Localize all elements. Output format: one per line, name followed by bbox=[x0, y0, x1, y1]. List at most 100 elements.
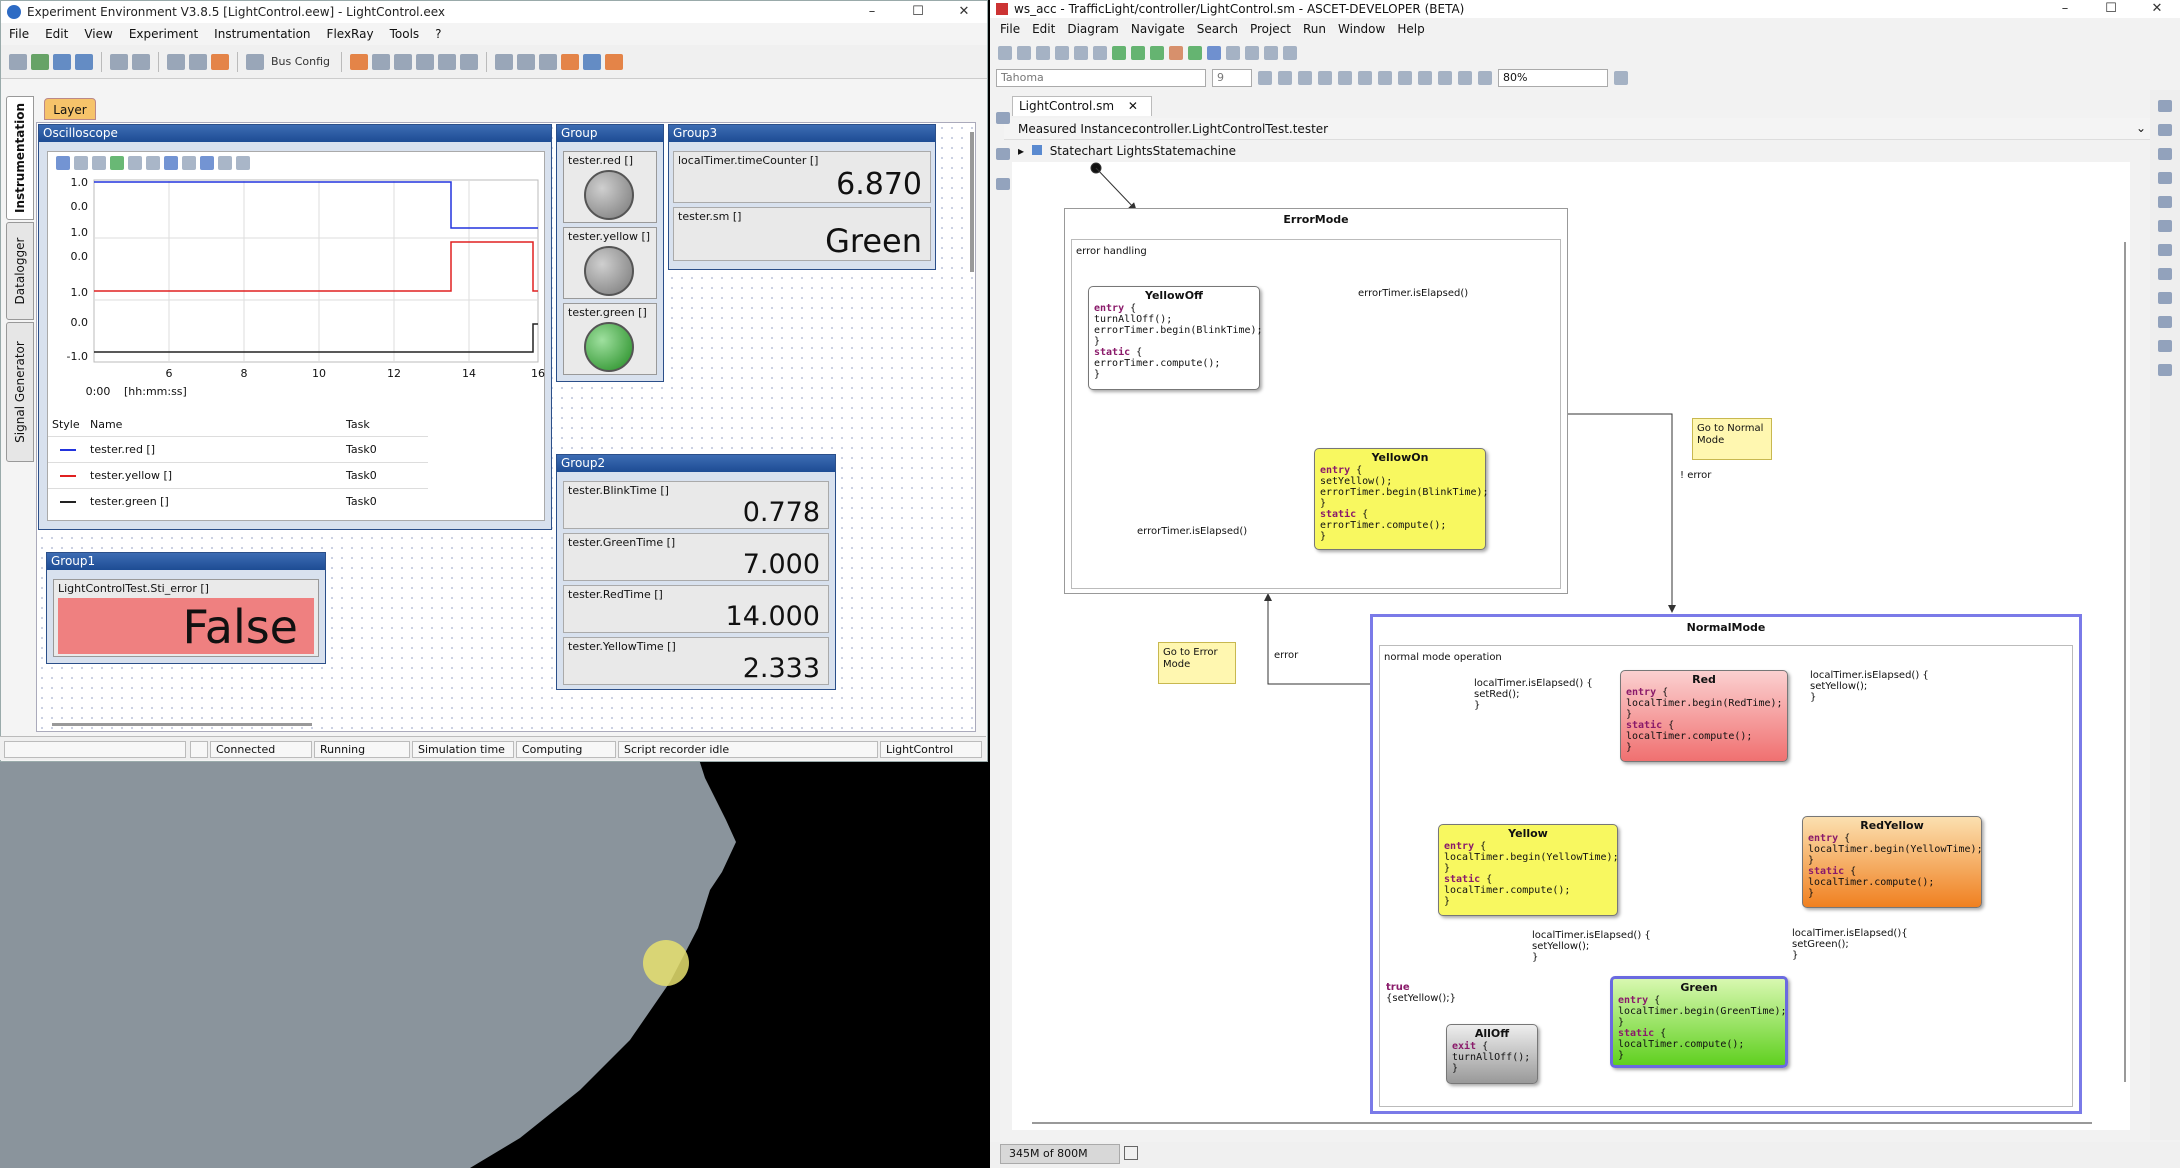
build-icon[interactable] bbox=[1188, 46, 1202, 60]
connect-icon[interactable] bbox=[495, 53, 514, 70]
explorer-icon[interactable] bbox=[996, 112, 1010, 124]
transition-label[interactable]: true {setYellow();} bbox=[1386, 982, 1456, 1004]
yellowtime-display[interactable]: tester.YellowTime [] 2.333 bbox=[563, 637, 829, 685]
cursor-icon[interactable] bbox=[182, 156, 196, 170]
menu-flexray[interactable]: FlexRay bbox=[319, 27, 382, 41]
garbage-collect-icon[interactable] bbox=[1124, 1146, 1138, 1160]
grid-icon[interactable] bbox=[200, 156, 214, 170]
outline-icon[interactable] bbox=[996, 148, 1010, 160]
nav-back-icon[interactable] bbox=[1245, 46, 1259, 60]
menu-tools[interactable]: Tools bbox=[382, 27, 428, 41]
align-icon[interactable] bbox=[1438, 71, 1452, 85]
menu-project[interactable]: Project bbox=[1244, 22, 1297, 36]
menu-help[interactable]: Help bbox=[1391, 22, 1430, 36]
transition-label[interactable]: localTimer.isElapsed(){ setGreen();} bbox=[1792, 928, 1908, 961]
fit-icon[interactable] bbox=[110, 156, 124, 170]
refresh-icon[interactable] bbox=[394, 53, 413, 70]
tasks-icon[interactable] bbox=[2158, 268, 2172, 280]
bold-icon[interactable] bbox=[1258, 71, 1272, 85]
menu-view[interactable]: View bbox=[76, 27, 120, 41]
transition-label[interactable]: localTimer.isElapsed() { setYellow();} bbox=[1810, 670, 1929, 703]
state-yellowoff[interactable]: YellowOff entry { turnAllOff(); errorTim… bbox=[1088, 286, 1263, 390]
lamp-green[interactable]: tester.green [] bbox=[563, 303, 657, 375]
undo-icon[interactable] bbox=[1074, 46, 1088, 60]
state-alloff[interactable]: AllOff exit { turnAllOff(); } bbox=[1446, 1024, 1538, 1084]
minimize-button[interactable]: – bbox=[849, 1, 895, 23]
save-icon[interactable] bbox=[1017, 46, 1031, 60]
expand-icon[interactable]: ▸ bbox=[1018, 144, 1024, 158]
download-icon[interactable] bbox=[517, 53, 536, 70]
redtime-display[interactable]: tester.RedTime [] 14.000 bbox=[563, 585, 829, 633]
problems-icon[interactable] bbox=[2158, 148, 2172, 160]
redo-icon[interactable] bbox=[1093, 46, 1107, 60]
table-row[interactable]: tester.green [] Task0 bbox=[48, 488, 428, 514]
bar-chart-icon[interactable] bbox=[236, 156, 250, 170]
vertical-scrollbar[interactable] bbox=[2124, 242, 2126, 1082]
note-go-to-normal-mode[interactable]: Go to Normal Mode bbox=[1692, 418, 1772, 460]
menu-run[interactable]: Run bbox=[1297, 22, 1332, 36]
size-icon[interactable] bbox=[1458, 71, 1472, 85]
stop-icon[interactable] bbox=[605, 53, 624, 70]
transition-label[interactable]: localTimer.isElapsed() { setYellow();} bbox=[1532, 930, 1651, 963]
pause-icon[interactable] bbox=[56, 156, 70, 170]
table-row[interactable]: tester.red [] Task0 bbox=[48, 436, 428, 462]
vertical-scrollbar[interactable] bbox=[970, 132, 974, 272]
connect-icon[interactable] bbox=[1112, 46, 1126, 60]
close-icon[interactable]: ✕ bbox=[1128, 99, 1138, 113]
menu-window[interactable]: Window bbox=[1332, 22, 1391, 36]
heap-status[interactable]: 345M of 800M bbox=[1000, 1144, 1120, 1164]
transition-label[interactable]: localTimer.isElapsed() { setRed();} bbox=[1474, 678, 1593, 711]
state-machine-display[interactable]: tester.sm [] Green bbox=[673, 207, 931, 261]
table-icon[interactable] bbox=[460, 53, 479, 70]
tab-signal-generator[interactable]: Signal Generator bbox=[6, 322, 34, 462]
save-all-icon[interactable] bbox=[75, 53, 93, 70]
variable-icon[interactable] bbox=[416, 53, 435, 70]
bus-icon[interactable] bbox=[246, 53, 264, 70]
menu-file[interactable]: File bbox=[994, 22, 1026, 36]
copy-icon[interactable] bbox=[128, 156, 142, 170]
state-green-active[interactable]: Green entry { localTimer.begin(GreenTime… bbox=[1610, 976, 1788, 1068]
link-icon[interactable] bbox=[996, 178, 1010, 190]
tab-instrumentation[interactable]: Instrumentation bbox=[6, 96, 34, 220]
state-yellowon[interactable]: YellowOn entry { setYellow(); errorTimer… bbox=[1314, 448, 1489, 550]
line-color-icon[interactable] bbox=[1338, 71, 1352, 85]
run-icon[interactable] bbox=[1131, 46, 1145, 60]
lamp-yellow[interactable]: tester.yellow [] bbox=[563, 227, 657, 299]
table-row[interactable]: tester.yellow [] Task0 bbox=[48, 462, 428, 488]
oscilloscope-plot[interactable]: 1.0 0.0 1.0 0.0 1.0 0.0 -1.0 6 8 10 12 1… bbox=[48, 174, 546, 412]
greentime-display[interactable]: tester.GreenTime [] 7.000 bbox=[563, 533, 829, 581]
hierarchy-icon[interactable] bbox=[2158, 316, 2172, 328]
transition-label[interactable]: error bbox=[1274, 650, 1298, 661]
route-icon[interactable] bbox=[1478, 71, 1492, 85]
nav-forward-icon[interactable] bbox=[1264, 46, 1278, 60]
experiment-icon[interactable] bbox=[1207, 46, 1221, 60]
tools-icon[interactable] bbox=[1169, 46, 1183, 60]
arrow-style-icon[interactable] bbox=[1378, 71, 1392, 85]
chevron-down-icon[interactable]: ⌄ bbox=[2136, 121, 2146, 135]
menu-instrumentation[interactable]: Instrumentation bbox=[206, 27, 318, 41]
network-icon[interactable] bbox=[438, 53, 457, 70]
print-icon[interactable] bbox=[146, 156, 160, 170]
new-icon[interactable] bbox=[998, 46, 1012, 60]
save-all-icon[interactable] bbox=[1036, 46, 1050, 60]
state-red[interactable]: Red entry { localTimer.begin(RedTime); }… bbox=[1620, 670, 1788, 762]
menu-help[interactable]: ? bbox=[427, 27, 449, 41]
redo-icon[interactable] bbox=[132, 53, 150, 70]
close-button[interactable]: ✕ bbox=[941, 1, 987, 23]
close-button[interactable]: ✕ bbox=[2134, 0, 2180, 20]
menu-edit[interactable]: Edit bbox=[37, 27, 76, 41]
maximize-button[interactable]: ☐ bbox=[2088, 0, 2134, 20]
note-go-to-error-mode[interactable]: Go to Error Mode bbox=[1158, 642, 1236, 684]
maximize-button[interactable]: ☐ bbox=[895, 1, 941, 23]
new-icon[interactable] bbox=[9, 53, 27, 70]
menu-diagram[interactable]: Diagram bbox=[1061, 22, 1125, 36]
menu-search[interactable]: Search bbox=[1191, 22, 1244, 36]
hardware-icon[interactable] bbox=[167, 53, 185, 70]
console-icon[interactable] bbox=[2158, 172, 2172, 184]
step-icon[interactable] bbox=[1226, 46, 1240, 60]
font-name-select[interactable]: Tahoma bbox=[996, 69, 1206, 87]
layout-icon[interactable] bbox=[372, 53, 391, 70]
zoom-select[interactable]: 80% bbox=[1498, 69, 1608, 87]
monitor-icon[interactable] bbox=[211, 53, 229, 70]
c-icon[interactable] bbox=[2158, 244, 2172, 256]
